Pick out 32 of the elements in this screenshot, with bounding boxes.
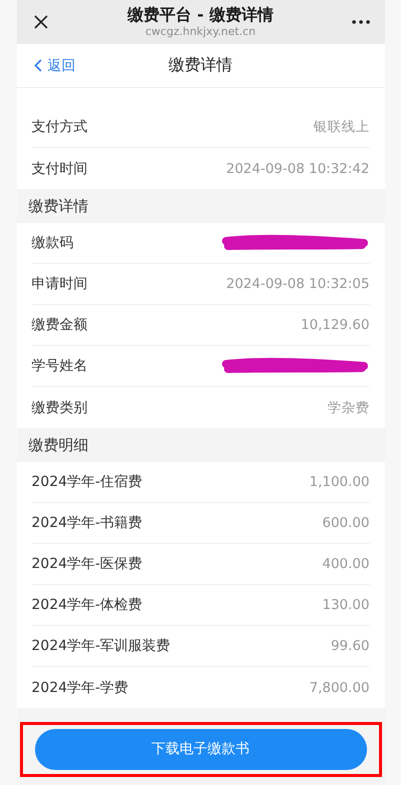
- field-value: 银联线上: [314, 118, 370, 136]
- field-label: 缴款码: [32, 234, 74, 252]
- field-label: 2024学年-军训服装费: [32, 637, 170, 655]
- download-button[interactable]: 下载电子缴款书: [34, 728, 366, 770]
- page-title: 缴费平台 - 缴费详情: [128, 5, 274, 25]
- field-label: 缴费金额: [32, 316, 88, 334]
- field-value: 学杂费: [328, 398, 370, 416]
- field-label: 缴费类别: [32, 398, 88, 416]
- field-value: 600.00: [322, 515, 370, 531]
- field-label: 2024学年-医保费: [32, 555, 142, 573]
- field-value: 1,100.00: [309, 474, 370, 490]
- field-label: 申请时间: [32, 275, 88, 293]
- chevron-left-icon: [34, 59, 42, 72]
- field-value: 130.00: [322, 597, 370, 613]
- field-value: 2024-09-08 10:32:05: [226, 276, 370, 292]
- field-label: 2024学年-学费: [32, 678, 128, 696]
- field-label: 支付时间: [32, 160, 88, 178]
- field-value: 7,800.00: [309, 680, 370, 696]
- field-label: 2024学年-体检费: [32, 596, 142, 614]
- field-label: 支付方式: [32, 118, 88, 136]
- field-value: 10,129.60: [300, 317, 370, 333]
- more-icon: [352, 20, 370, 24]
- field-label: 2024学年-住宿费: [32, 473, 142, 491]
- field-value: 2024-09-08 10:32:42: [226, 160, 370, 176]
- field-label: 学号姓名: [32, 357, 88, 375]
- field-label: 2024学年-书籍费: [32, 514, 142, 532]
- field-value: 99.60: [330, 638, 370, 654]
- close-icon: [32, 14, 48, 30]
- back-link[interactable]: 返回: [16, 56, 76, 74]
- header-title: 缴费详情: [168, 55, 232, 76]
- field-value: 400.00: [322, 556, 370, 572]
- page-url: cwcgz.hnkjxy.net.cn: [145, 25, 256, 39]
